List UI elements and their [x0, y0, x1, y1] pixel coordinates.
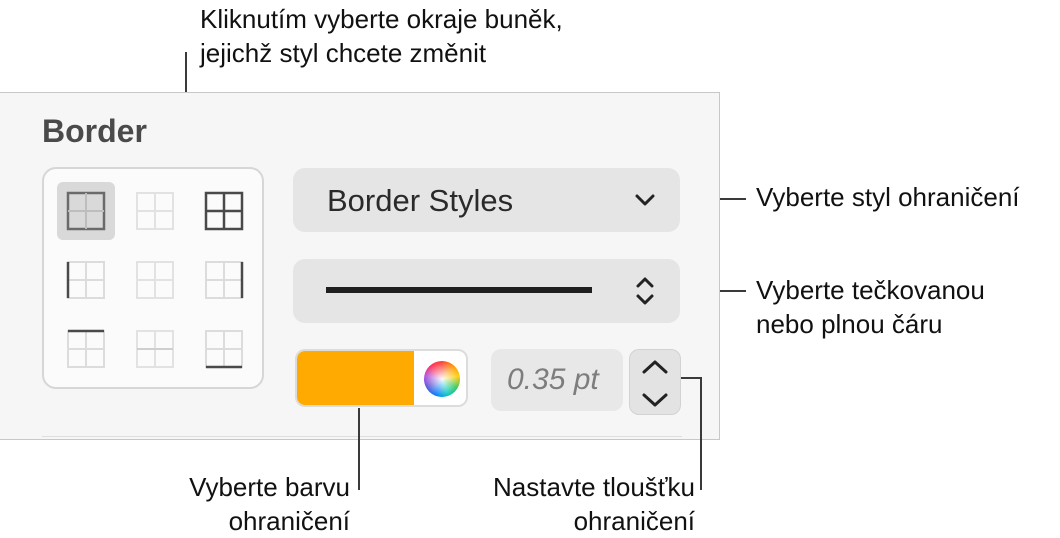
vertical-inside-border-icon	[136, 261, 174, 299]
thickness-increase-button[interactable]	[630, 350, 680, 383]
thickness-stepper[interactable]	[629, 349, 681, 415]
left-border-button[interactable]	[57, 251, 115, 309]
callout-cell-borders-line1: Kliknutím vyberte okraje buněk,	[200, 4, 563, 34]
border-inspector-panel: Border Border Styles 0.35 pt	[0, 92, 720, 440]
horizontal-inside-border-icon	[136, 330, 174, 368]
bottom-border-icon	[205, 330, 243, 369]
border-color-well[interactable]	[295, 349, 468, 407]
callout-line-type: Vyberte tečkovanou nebo plnou čáru	[756, 273, 985, 341]
callout-border-style: Vyberte styl ohraničení	[756, 182, 1020, 212]
inside-borders-button[interactable]	[126, 182, 184, 240]
panel-divider	[42, 436, 682, 437]
border-thickness-value: 0.35 pt	[507, 363, 599, 396]
callout-thickness-leader-h	[681, 377, 701, 379]
callout-cell-borders: Kliknutím vyberte okraje buněk, jejichž …	[200, 2, 563, 70]
border-thickness-field[interactable]: 0.35 pt	[491, 349, 623, 411]
callout-thickness-line1: Nastavte tloušťku	[493, 472, 695, 502]
callout-color: Vyberte barvu ohraničení	[150, 470, 350, 538]
callout-thickness-leader-v	[700, 377, 702, 490]
border-styles-dropdown[interactable]: Border Styles	[293, 168, 680, 232]
horizontal-inside-border-button[interactable]	[126, 320, 184, 378]
thickness-decrease-button[interactable]	[630, 383, 680, 416]
color-wheel-icon[interactable]	[424, 361, 460, 397]
callout-thickness: Nastavte tloušťku ohraničení	[460, 470, 695, 538]
line-style-popup[interactable]	[293, 259, 680, 323]
all-borders-icon	[204, 191, 244, 231]
vertical-inside-border-button[interactable]	[126, 251, 184, 309]
solid-line-preview	[326, 287, 592, 293]
inside-borders-icon	[136, 192, 174, 230]
bottom-border-button[interactable]	[195, 320, 253, 378]
cell-border-selector	[42, 167, 264, 389]
chevron-down-icon	[635, 194, 655, 206]
color-swatch[interactable]	[297, 351, 414, 405]
callout-color-line1: Vyberte barvu	[189, 472, 350, 502]
border-styles-label: Border Styles	[327, 183, 514, 218]
callout-color-leader	[358, 408, 360, 490]
callout-thickness-line2: ohraničení	[573, 506, 695, 536]
callout-line-type-line1: Vyberte tečkovanou	[756, 275, 985, 305]
outside-borders-button[interactable]	[57, 182, 115, 240]
chevron-down-icon	[642, 393, 668, 406]
left-border-icon	[66, 261, 105, 299]
right-border-icon	[205, 261, 244, 299]
outside-borders-icon	[66, 191, 106, 231]
top-border-icon	[67, 329, 105, 368]
callout-cell-borders-line2: jejichž styl chcete změnit	[200, 38, 487, 68]
chevron-up-icon	[642, 360, 668, 373]
up-down-chevron-icon	[636, 277, 654, 305]
panel-title: Border	[42, 113, 147, 149]
callout-color-line2: ohraničení	[228, 506, 350, 536]
top-border-button[interactable]	[57, 320, 115, 378]
right-border-button[interactable]	[195, 251, 253, 309]
callout-line-type-line2: nebo plnou čáru	[756, 309, 943, 339]
all-borders-button[interactable]	[195, 182, 253, 240]
